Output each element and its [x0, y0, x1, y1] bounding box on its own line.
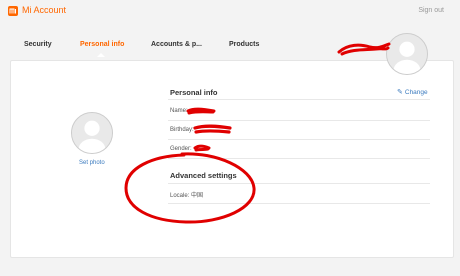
set-photo-link[interactable]: Set photo — [79, 160, 105, 166]
mi-logo-icon — [8, 6, 18, 16]
top-bar: Mi Account Sign out — [0, 0, 460, 28]
user-avatar[interactable] — [386, 33, 428, 75]
tab-security[interactable]: Security — [24, 41, 52, 48]
profile-photo[interactable] — [71, 112, 113, 154]
pencil-icon: ✎ — [397, 89, 403, 96]
active-tab-indicator — [97, 53, 105, 57]
brand-title: Mi Account — [22, 5, 67, 15]
birthday-field: Birthday: — [170, 127, 194, 133]
divider — [168, 120, 430, 121]
personal-info-title: Personal info — [170, 88, 218, 97]
redaction-scribble — [186, 107, 216, 115]
divider — [168, 99, 430, 100]
tab-accounts[interactable]: Accounts & p... — [151, 41, 202, 48]
redaction-scribble — [193, 124, 232, 134]
change-label: Change — [404, 89, 428, 96]
change-button[interactable]: ✎ Change — [397, 88, 428, 96]
tab-personal-info[interactable]: Personal info — [80, 41, 124, 48]
redaction-scribble — [337, 42, 391, 56]
user-silhouette-icon — [387, 34, 427, 74]
annotation-circle — [124, 152, 256, 224]
user-silhouette-icon — [72, 113, 112, 153]
tab-products[interactable]: Products — [229, 41, 259, 48]
sign-out-link[interactable]: Sign out — [418, 7, 444, 14]
divider — [168, 139, 430, 140]
